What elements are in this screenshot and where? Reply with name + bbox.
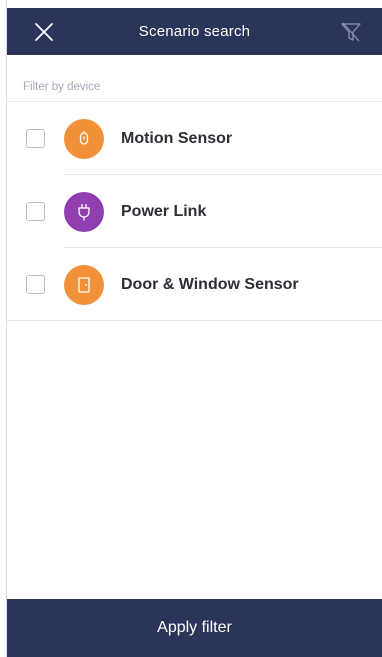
app-frame: Scenario search Filter by device Motion … — [6, 0, 382, 657]
device-option-motion-sensor[interactable]: Motion Sensor — [7, 102, 382, 175]
power-plug-icon — [64, 191, 104, 232]
page-title: Scenario search — [138, 23, 251, 40]
motion-sensor-icon — [64, 118, 104, 159]
row-divider — [7, 320, 382, 321]
device-label: Motion Sensor — [121, 129, 233, 147]
device-option-power-link[interactable]: Power Link — [7, 175, 382, 248]
close-icon[interactable] — [33, 21, 55, 43]
filter-clear-icon[interactable] — [340, 21, 362, 43]
header-bar: Scenario search — [7, 8, 382, 55]
device-checkbox[interactable] — [26, 202, 45, 221]
device-option-door-window-sensor[interactable]: Door & Window Sensor — [7, 248, 382, 321]
device-checkbox[interactable] — [26, 275, 45, 294]
door-sensor-icon — [64, 264, 104, 305]
device-checkbox[interactable] — [26, 129, 45, 148]
device-filter-list: Motion Sensor Power Link Door & Window S… — [7, 102, 382, 321]
filter-section-label: Filter by device — [23, 81, 101, 93]
device-label: Power Link — [121, 202, 207, 220]
apply-filter-button[interactable]: Apply filter — [7, 599, 382, 657]
device-label: Door & Window Sensor — [121, 275, 299, 293]
